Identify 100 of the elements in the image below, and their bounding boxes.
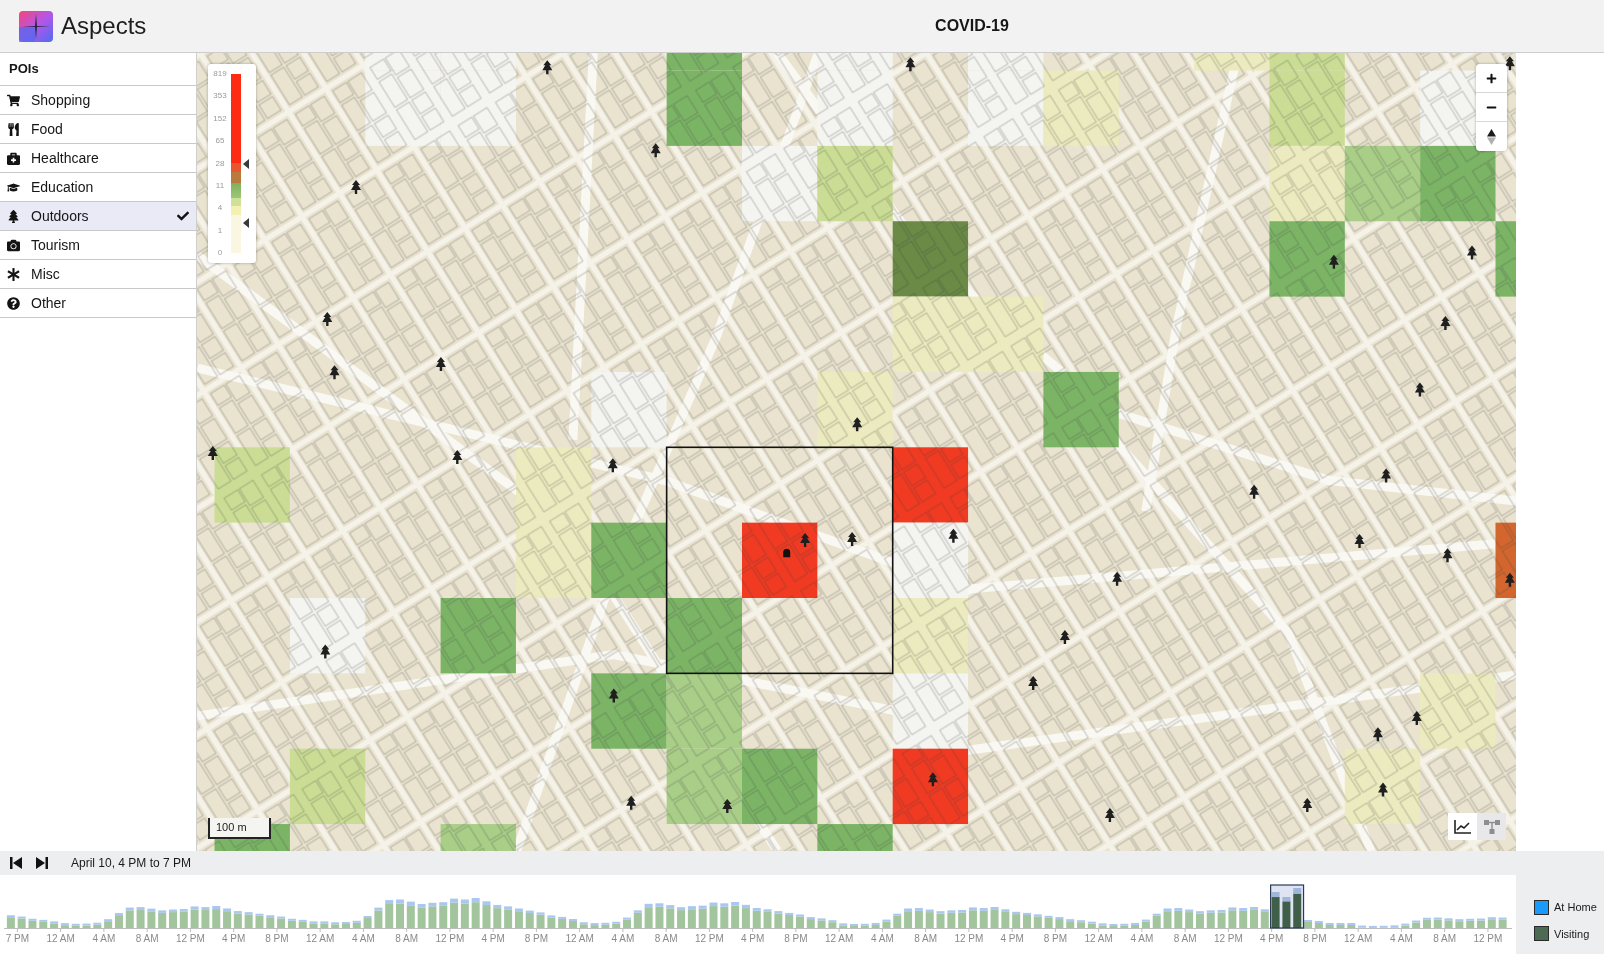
time-axis-label: 8 AM bbox=[1173, 933, 1197, 944]
tree-icon[interactable] bbox=[905, 57, 916, 72]
scale-tick-label: 152 bbox=[213, 113, 227, 124]
skip-back-button[interactable] bbox=[9, 855, 23, 871]
line-chart-icon bbox=[1454, 819, 1471, 834]
time-axis-label: 8 PM bbox=[524, 933, 549, 944]
network-toggle-button[interactable] bbox=[1477, 813, 1506, 840]
tree-icon[interactable] bbox=[1378, 782, 1388, 797]
tree-icon[interactable] bbox=[1249, 484, 1260, 499]
time-axis-label: 4 PM bbox=[741, 933, 765, 944]
question-icon bbox=[7, 296, 20, 310]
tree-icon[interactable] bbox=[607, 458, 618, 473]
range-label: April 10, 4 PM to 7 PM bbox=[71, 855, 192, 872]
time-axis-label: 8 AM bbox=[654, 933, 678, 944]
tree-icon[interactable] bbox=[320, 644, 331, 659]
time-axis-label: 12 PM bbox=[435, 933, 465, 944]
time-axis-label: 8 AM bbox=[135, 933, 159, 944]
zoom-in-button[interactable] bbox=[1476, 64, 1507, 93]
tree-icon[interactable] bbox=[1467, 245, 1477, 260]
time-axis-label: 12 AM bbox=[1343, 933, 1373, 944]
time-axis-label: 12 PM bbox=[954, 933, 984, 944]
zoom-out-button[interactable] bbox=[1476, 93, 1507, 122]
utensils-icon bbox=[7, 122, 20, 136]
tree-icon[interactable] bbox=[847, 531, 858, 546]
time-axis-label: 8 AM bbox=[914, 933, 938, 944]
compass-icon bbox=[1487, 128, 1496, 145]
tree-icon[interactable] bbox=[1442, 548, 1453, 563]
tree-icon[interactable] bbox=[1440, 316, 1451, 331]
time-axis-label: 4 PM bbox=[1260, 933, 1284, 944]
time-axis-label: 7 PM bbox=[5, 933, 30, 944]
app-name: Aspects bbox=[61, 14, 147, 38]
legend-label: Visiting bbox=[1554, 926, 1590, 942]
tree-icon[interactable] bbox=[608, 688, 619, 703]
selection-rectangle[interactable] bbox=[665, 446, 894, 675]
tree-icon[interactable] bbox=[1411, 710, 1422, 725]
selected-range-highlight[interactable] bbox=[1270, 884, 1305, 929]
tree-icon[interactable] bbox=[322, 312, 333, 326]
time-axis-label: 4 AM bbox=[92, 933, 116, 944]
scale-tick-label: 4 bbox=[217, 203, 223, 214]
tree-icon[interactable] bbox=[626, 795, 637, 810]
tree-icon[interactable] bbox=[1059, 630, 1070, 645]
plus-icon bbox=[1486, 72, 1497, 84]
scale-tick-label: 1 bbox=[217, 225, 223, 236]
tree-icon bbox=[7, 209, 20, 223]
time-axis-label: 8 PM bbox=[784, 933, 808, 944]
tree-icon[interactable] bbox=[207, 446, 218, 460]
asterisk-icon bbox=[7, 267, 20, 281]
tree-icon[interactable] bbox=[1112, 571, 1123, 586]
range-handle[interactable] bbox=[243, 217, 249, 228]
check-icon bbox=[176, 210, 190, 222]
tree-icon[interactable] bbox=[852, 417, 863, 432]
tree-icon[interactable] bbox=[1302, 797, 1313, 812]
time-axis-label: 4 PM bbox=[1000, 933, 1024, 944]
skip-back-icon bbox=[10, 857, 22, 869]
time-axis-label: 4 AM bbox=[611, 933, 635, 944]
compass-button[interactable] bbox=[1476, 122, 1507, 151]
scale-tick-label: 0 bbox=[217, 248, 223, 258]
poi-item[interactable]: Outdoors bbox=[0, 202, 196, 231]
tree-icon[interactable] bbox=[1381, 468, 1392, 483]
time-axis-label: 8 PM bbox=[265, 933, 289, 944]
range-handle[interactable] bbox=[243, 158, 249, 169]
scale-tick-label: 353 bbox=[213, 91, 227, 102]
legend-label: At Home bbox=[1554, 900, 1597, 915]
tree-icon[interactable] bbox=[452, 450, 463, 465]
time-axis-label: 4 AM bbox=[1130, 933, 1154, 944]
tree-icon[interactable] bbox=[722, 798, 733, 813]
time-axis-label: 8 PM bbox=[1043, 933, 1068, 944]
time-axis-label: 8 AM bbox=[395, 933, 419, 944]
tree-icon[interactable] bbox=[1372, 727, 1383, 742]
skip-forward-button[interactable] bbox=[35, 855, 49, 871]
tree-icon[interactable] bbox=[1104, 808, 1115, 823]
tree-icon[interactable] bbox=[1328, 254, 1339, 269]
tree-icon[interactable] bbox=[1354, 533, 1365, 548]
time-axis-label: 12 PM bbox=[694, 933, 724, 944]
tree-icon[interactable] bbox=[1028, 676, 1039, 691]
time-axis-label: 12 AM bbox=[1084, 933, 1113, 944]
time-axis-label: 4 PM bbox=[481, 933, 505, 944]
camera-icon bbox=[7, 238, 20, 252]
tree-icon[interactable] bbox=[435, 357, 446, 371]
pin-icon[interactable] bbox=[783, 548, 791, 558]
time-axis-label: 4 PM bbox=[222, 933, 246, 944]
app-logo-icon bbox=[19, 10, 53, 42]
scale-tick-label: 11 bbox=[215, 180, 225, 191]
tree-icon[interactable] bbox=[1414, 382, 1425, 397]
time-axis-label: 12 PM bbox=[1213, 933, 1243, 944]
time-axis-label: 12 AM bbox=[824, 933, 854, 944]
network-icon bbox=[1483, 819, 1500, 834]
tree-icon[interactable] bbox=[351, 180, 361, 194]
time-axis-label: 12 PM bbox=[1473, 933, 1503, 944]
time-axis-label: 4 AM bbox=[871, 933, 894, 944]
tree-icon[interactable] bbox=[650, 143, 661, 158]
scale-tick-label: 28 bbox=[215, 158, 225, 169]
tree-icon[interactable] bbox=[329, 365, 340, 380]
tree-icon[interactable] bbox=[948, 528, 959, 543]
tree-icon[interactable] bbox=[542, 60, 553, 75]
cart-icon bbox=[7, 93, 20, 107]
time-axis-label: 12 PM bbox=[175, 933, 205, 944]
chart-toggle-button[interactable] bbox=[1448, 813, 1477, 840]
time-axis-label: 12 AM bbox=[565, 933, 594, 944]
scale-bar: 100 m bbox=[208, 818, 271, 839]
